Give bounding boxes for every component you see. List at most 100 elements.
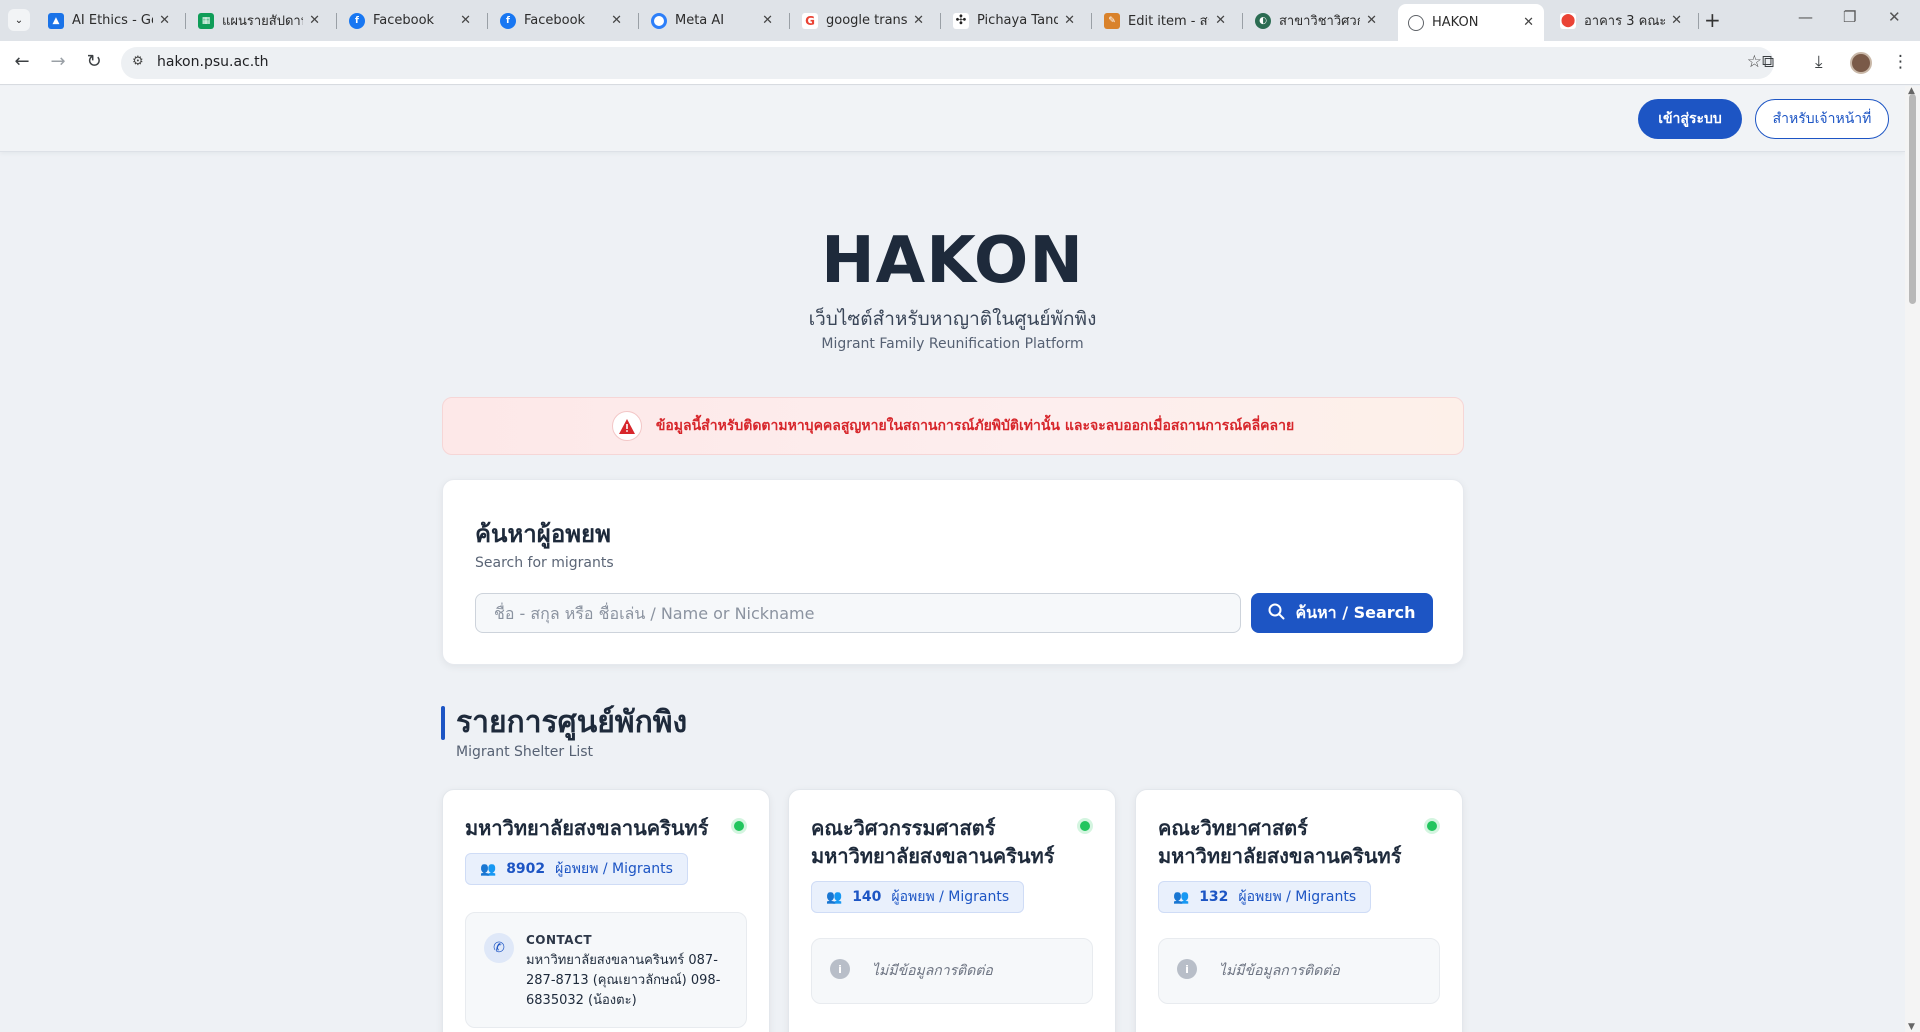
maps-pin-icon: ⬤ xyxy=(1560,12,1576,29)
profile-avatar[interactable] xyxy=(1850,52,1872,74)
tab-meta-ai[interactable]: Meta AI ✕ xyxy=(641,5,783,36)
close-icon[interactable]: ✕ xyxy=(611,13,622,28)
migrant-count: 140 xyxy=(852,889,882,905)
tab-facebook-2[interactable]: f Facebook ✕ xyxy=(490,5,632,36)
search-icon xyxy=(1268,603,1285,624)
no-contact-box: i ไม่มีข้อมูลการติดต่อ xyxy=(811,938,1093,1004)
users-icon: 👥 xyxy=(826,889,843,905)
site-settings-icon[interactable]: ⚙ xyxy=(132,54,144,69)
contact-box: ✆ CONTACT มหาวิทยาลัยสงขลานครินทร์ 087-2… xyxy=(465,912,747,1028)
site-subtitle-th: เว็บไซต์สำหรับหาญาติในศูนย์พักพิง xyxy=(808,308,1097,330)
migrant-count-label: ผู้อพยพ / Migrants xyxy=(555,861,673,877)
migrant-count-badge: 👥 140 ผู้อพยพ / Migrants xyxy=(811,881,1025,913)
figma-like-icon: ✣ xyxy=(953,12,969,29)
new-tab-plus-icon[interactable]: + xyxy=(1704,8,1721,32)
status-dot xyxy=(731,818,747,834)
close-icon[interactable]: ✕ xyxy=(309,13,320,28)
close-icon[interactable]: ✕ xyxy=(1064,13,1075,28)
no-contact-box: i ไม่มีข้อมูลการติดต่อ xyxy=(1158,938,1440,1004)
tab-google-translate[interactable]: G google translat ✕ xyxy=(792,5,934,36)
tab-label: Meta AI xyxy=(675,13,725,28)
migrant-count-label: ผู้อพยพ / Migrants xyxy=(1238,889,1357,905)
tab-hakon[interactable]: HAKON ✕ xyxy=(1398,4,1544,41)
google-icon: G xyxy=(802,12,818,29)
site-header: เข้าสู่ระบบ สำหรับเจ้าหน้าที่ xyxy=(0,86,1905,152)
tab-divider xyxy=(1091,13,1092,29)
globe-icon xyxy=(1408,14,1424,31)
shelter-card[interactable]: มหาวิทยาลัยสงขลานครินทร์ 👥 8902 ผู้อพยพ … xyxy=(442,789,770,1032)
tab-label: Facebook xyxy=(524,13,586,28)
url-text[interactable]: hakon.psu.ac.th xyxy=(157,54,269,70)
tab-edit-item[interactable]: ✎ Edit item - สาย ✕ xyxy=(1094,5,1236,36)
tab-search-chevron-icon[interactable]: ⌄ xyxy=(8,9,30,31)
window-close-icon[interactable]: ✕ xyxy=(1888,8,1901,26)
close-icon[interactable]: ✕ xyxy=(1523,15,1534,30)
minimize-icon[interactable]: — xyxy=(1798,8,1813,26)
status-dot xyxy=(1424,818,1440,834)
status-dot xyxy=(1077,818,1093,834)
search-button-label: ค้นหา / Search xyxy=(1295,602,1416,622)
close-icon[interactable]: ✕ xyxy=(1215,13,1226,28)
users-icon: 👥 xyxy=(1173,889,1190,905)
tab-psu-engineering[interactable]: ◐ สาขาวิชาวิศวกรร ✕ xyxy=(1245,5,1387,36)
users-icon: 👥 xyxy=(480,861,497,877)
login-button[interactable]: เข้าสู่ระบบ xyxy=(1638,99,1742,139)
page-viewport: เข้าสู่ระบบ สำหรับเจ้าหน้าที่ HAKON เว็บ… xyxy=(0,86,1905,1032)
staff-button[interactable]: สำหรับเจ้าหน้าที่ xyxy=(1755,99,1889,139)
google-drive-icon: ▲ xyxy=(48,12,64,29)
shelter-name: คณะวิศวกรรมศาสตร์ มหาวิทยาลัยสงขลานครินท… xyxy=(811,816,1055,868)
migrant-count-badge: 👥 8902 ผู้อพยพ / Migrants xyxy=(465,853,688,885)
search-title: ค้นหาผู้อพยพ xyxy=(475,520,611,548)
kebab-menu-icon[interactable]: ⋮ xyxy=(1892,52,1909,72)
close-icon[interactable]: ✕ xyxy=(159,13,170,28)
close-icon[interactable]: ✕ xyxy=(913,13,924,28)
info-icon: i xyxy=(1177,959,1197,979)
tab-label: แผนรายสัปดาห์ A xyxy=(222,14,304,29)
shelter-name: มหาวิทยาลัยสงขลานครินทร์ xyxy=(465,816,709,840)
address-bar[interactable]: ⚙ hakon.psu.ac.th ☆ xyxy=(121,47,1774,79)
page-scrollbar[interactable]: ▲ ▼ xyxy=(1905,86,1920,1032)
bookmark-star-icon[interactable]: ☆ xyxy=(1747,52,1762,72)
tab-label: Facebook xyxy=(373,13,435,28)
phone-icon: ✆ xyxy=(484,933,514,963)
search-input[interactable] xyxy=(475,593,1241,633)
back-arrow-icon[interactable]: ← xyxy=(10,51,34,72)
tab-weekly-plan[interactable]: ▦ แผนรายสัปดาห์ A ✕ xyxy=(188,5,330,36)
close-icon[interactable]: ✕ xyxy=(460,13,471,28)
tab-facebook-1[interactable]: f Facebook ✕ xyxy=(339,5,481,36)
close-icon[interactable]: ✕ xyxy=(1671,13,1682,28)
tab-label: google translat xyxy=(826,13,908,28)
tab-label: Pichaya Tanday xyxy=(977,13,1059,28)
close-icon[interactable]: ✕ xyxy=(1366,13,1377,28)
shelter-card[interactable]: คณะวิทยาศาสตร์ มหาวิทยาลัยสงขลานครินทร์ … xyxy=(1135,789,1463,1032)
browser-toolbar: ← → ↻ ⚙ hakon.psu.ac.th ☆ ⧉ ⤓ ⋮ xyxy=(0,41,1920,85)
reload-icon[interactable]: ↻ xyxy=(82,51,106,72)
tab-ai-ethics[interactable]: ▲ AI Ethics - Goo ✕ xyxy=(38,5,180,36)
forward-arrow-icon[interactable]: → xyxy=(46,51,70,72)
scrollbar-thumb[interactable] xyxy=(1909,94,1916,304)
search-card: ค้นหาผู้อพยพ Search for migrants ค้นหา /… xyxy=(442,479,1464,665)
scroll-down-icon[interactable]: ▼ xyxy=(1908,1022,1915,1032)
migrant-count: 132 xyxy=(1199,889,1229,905)
migrant-count: 8902 xyxy=(506,861,546,877)
meta-ai-icon xyxy=(651,12,667,29)
search-button[interactable]: ค้นหา / Search xyxy=(1251,593,1433,633)
tab-label: Edit item - สาย xyxy=(1128,14,1209,29)
search-subtitle: Search for migrants xyxy=(475,555,614,571)
shelter-card[interactable]: คณะวิศวกรรมศาสตร์ มหาวิทยาลัยสงขลานครินท… xyxy=(788,789,1116,1032)
no-contact-text: ไม่มีข้อมูลการติดต่อ xyxy=(1219,963,1340,979)
download-icon[interactable]: ⤓ xyxy=(1815,52,1823,72)
tab-strip: ⌄ ▲ AI Ethics - Goo ✕ ▦ แผนรายสัปดาห์ A … xyxy=(0,0,1920,41)
contact-label: CONTACT xyxy=(526,933,593,947)
tab-divider xyxy=(185,13,186,29)
tab-label: AI Ethics - Goo xyxy=(72,13,153,28)
close-icon[interactable]: ✕ xyxy=(762,13,773,28)
psu-icon: ◐ xyxy=(1255,12,1271,29)
migrant-count-label: ผู้อพยพ / Migrants xyxy=(891,889,1010,905)
contact-text: มหาวิทยาลัยสงขลานครินทร์ 087-287-8713 (ค… xyxy=(526,953,721,1008)
tab-building-3[interactable]: ⬤ อาคาร 3 คณะพย ✕ xyxy=(1550,5,1692,36)
restore-icon[interactable]: ❐ xyxy=(1843,8,1856,26)
tab-pichaya[interactable]: ✣ Pichaya Tanday ✕ xyxy=(943,5,1085,36)
extensions-puzzle-icon[interactable]: ⧉ xyxy=(1762,52,1774,72)
tab-divider xyxy=(487,13,488,29)
